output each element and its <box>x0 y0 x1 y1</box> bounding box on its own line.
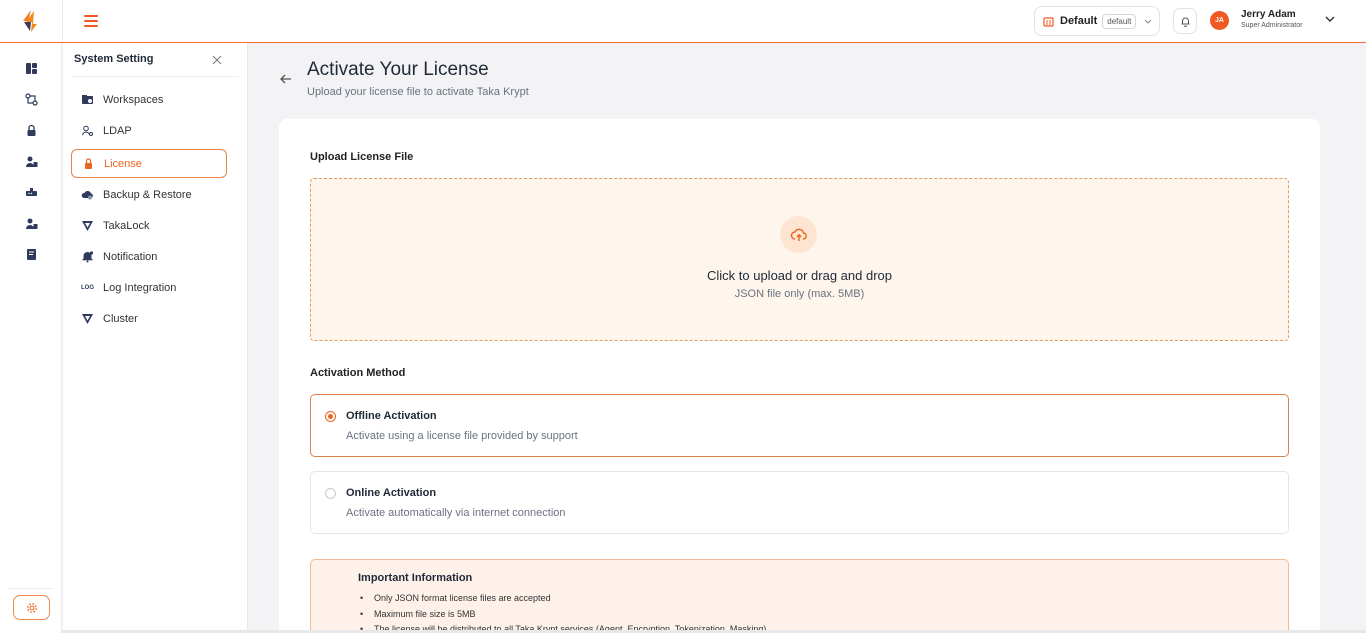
offline-activation-option[interactable]: Offline Activation Activate using a lice… <box>310 394 1289 457</box>
server-icon[interactable] <box>25 186 38 199</box>
user-settings-icon[interactable] <box>25 217 38 230</box>
nav-item-takalock[interactable]: TakaLock <box>71 211 227 240</box>
chevron-down-icon <box>1144 19 1152 24</box>
important-info-box: Important Information Only JSON format l… <box>310 559 1289 633</box>
takalock-icon <box>81 219 94 232</box>
nav-item-label: TakaLock <box>103 219 150 232</box>
nav-item-label: Notification <box>103 250 158 263</box>
activation-method-label: Activation Method <box>310 367 406 379</box>
info-title: Important Information <box>358 572 473 584</box>
building-icon <box>1043 16 1054 27</box>
nav-item-log-integration[interactable]: LOG Log Integration <box>71 273 227 302</box>
nav-item-label: License <box>104 157 142 170</box>
upload-label: Upload License File <box>310 151 414 163</box>
flow-icon[interactable] <box>25 93 38 106</box>
cloud-icon <box>81 188 94 201</box>
user-role: Super Administrator <box>1241 22 1303 29</box>
nav-item-backup-restore[interactable]: Backup & Restore <box>71 180 227 209</box>
nav-item-ldap[interactable]: LDAP <box>71 116 227 145</box>
workspace-icon <box>81 93 94 106</box>
lock-icon[interactable] <box>25 124 38 137</box>
option-title: Offline Activation <box>346 410 437 422</box>
page-title: Activate Your License <box>307 59 489 80</box>
nav-item-workspaces[interactable]: Workspaces <box>71 85 227 114</box>
user-name: Jerry Adam <box>1241 9 1296 20</box>
file-dropzone[interactable] <box>310 178 1289 341</box>
cloud-upload-icon <box>790 228 807 241</box>
header-divider <box>62 0 63 42</box>
hamburger-menu-icon[interactable] <box>83 13 99 29</box>
workspace-badge: default <box>1102 13 1137 29</box>
info-list: Only JSON format license files are accep… <box>358 591 766 633</box>
option-title: Online Activation <box>346 487 437 499</box>
user-avatar[interactable]: JA <box>1210 11 1229 30</box>
cluster-icon <box>81 312 94 325</box>
online-activation-option[interactable]: Online Activation Activate automatically… <box>310 471 1289 534</box>
app-logo[interactable] <box>20 9 42 33</box>
offline-radio[interactable] <box>325 411 336 422</box>
info-list-item: Maximum file size is 5MB <box>358 607 766 623</box>
workspace-selector[interactable]: Default default <box>1034 6 1160 36</box>
nav-item-label: Cluster <box>103 312 138 325</box>
panel-divider <box>71 76 239 77</box>
nav-item-label: Log Integration <box>103 281 177 294</box>
online-radio[interactable] <box>325 488 336 499</box>
settings-button[interactable] <box>13 595 50 620</box>
icon-rail <box>0 43 62 633</box>
option-description: Activate using a license file provided b… <box>346 430 578 442</box>
back-arrow-icon[interactable] <box>279 72 293 86</box>
nav-item-label: Workspaces <box>103 93 164 106</box>
nav-item-label: Backup & Restore <box>103 188 192 201</box>
notification-button[interactable] <box>1173 8 1197 34</box>
users-icon[interactable] <box>25 155 38 168</box>
report-icon[interactable] <box>25 248 38 261</box>
info-list-item: Only JSON format license files are accep… <box>358 591 766 607</box>
gear-icon <box>26 602 37 613</box>
user-menu-chevron-icon[interactable] <box>1324 13 1336 25</box>
dashboard-icon[interactable] <box>25 62 38 75</box>
bell-icon <box>1181 17 1189 27</box>
top-header: Default default JA Jerry Adam Super Admi… <box>0 0 1366 43</box>
dropzone-hint: JSON file only (max. 5MB) <box>734 288 865 300</box>
bell-icon <box>81 250 94 263</box>
nav-item-license[interactable]: License <box>71 149 227 178</box>
upload-icon-circle <box>780 216 817 253</box>
close-icon[interactable] <box>212 55 222 65</box>
nav-item-cluster[interactable]: Cluster <box>71 304 227 333</box>
page-subtitle: Upload your license file to activate Tak… <box>307 86 529 98</box>
system-setting-panel: System Setting Workspaces LDAP License B… <box>63 43 248 633</box>
dropzone-title: Click to upload or drag and drop <box>706 268 892 283</box>
panel-title: System Setting <box>74 53 154 65</box>
lock-icon <box>82 157 95 170</box>
rail-divider <box>8 588 54 589</box>
log-icon-text: LOG <box>81 284 94 291</box>
option-description: Activate automatically via internet conn… <box>346 507 566 519</box>
nav-item-label: LDAP <box>103 124 132 137</box>
nav-item-notification[interactable]: Notification <box>71 242 227 271</box>
log-icon: LOG <box>81 281 94 294</box>
ldap-icon <box>81 124 94 137</box>
workspace-name: Default <box>1060 15 1098 27</box>
